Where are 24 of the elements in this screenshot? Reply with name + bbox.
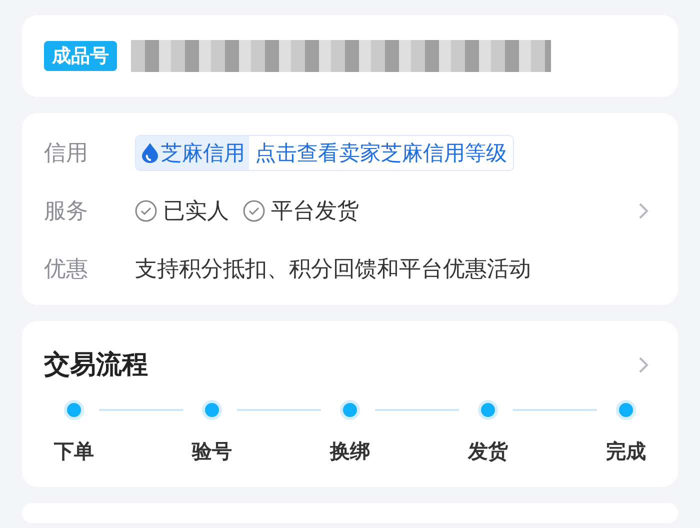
step-dot <box>340 400 360 420</box>
check-circle-icon <box>243 200 265 222</box>
info-label: 优惠 <box>44 256 89 284</box>
service-label: 已实人 <box>163 198 229 226</box>
product-badge: 成品号 <box>44 41 117 71</box>
step-dot <box>616 400 636 420</box>
step-label: 下单 <box>54 438 94 465</box>
info-label: 服务 <box>44 198 89 226</box>
section-title: 交易流程 <box>44 349 148 382</box>
info-label: 信用 <box>44 140 89 168</box>
drop-icon <box>142 143 158 163</box>
step-dot <box>478 400 498 420</box>
info-value: 支持积分抵扣、积分回馈和平台优惠活动 <box>135 256 531 284</box>
check-circle-icon <box>135 200 157 222</box>
service-label: 平台发货 <box>271 198 359 226</box>
step-label: 发货 <box>468 438 508 465</box>
step-label: 换绑 <box>330 438 370 465</box>
step-dot <box>64 400 84 420</box>
step-label: 验号 <box>192 438 232 465</box>
step-label: 完成 <box>606 438 646 465</box>
credit-link[interactable]: 芝麻信用 点击查看卖家芝麻信用等级 <box>135 135 514 171</box>
chevron-right-icon[interactable] <box>638 356 650 374</box>
chevron-right-icon[interactable] <box>638 202 650 220</box>
step-dot <box>202 400 222 420</box>
